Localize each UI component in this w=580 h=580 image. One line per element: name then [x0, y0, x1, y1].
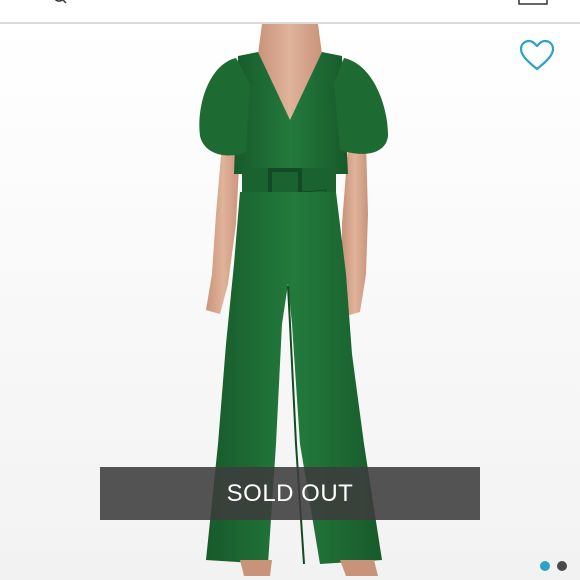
- search-icon[interactable]: [52, 0, 68, 8]
- listing-photo-frame: SOLD OUT: [0, 0, 580, 580]
- heart-outline-icon[interactable]: [518, 38, 556, 74]
- shopping-bag-icon[interactable]: [516, 0, 550, 8]
- carousel-dot-active[interactable]: [540, 561, 550, 571]
- sold-out-banner: SOLD OUT: [100, 467, 480, 520]
- sold-out-label: SOLD OUT: [226, 479, 354, 507]
- top-bar: [0, 0, 580, 24]
- carousel-indicators: [540, 561, 567, 571]
- carousel-dot[interactable]: [557, 561, 567, 571]
